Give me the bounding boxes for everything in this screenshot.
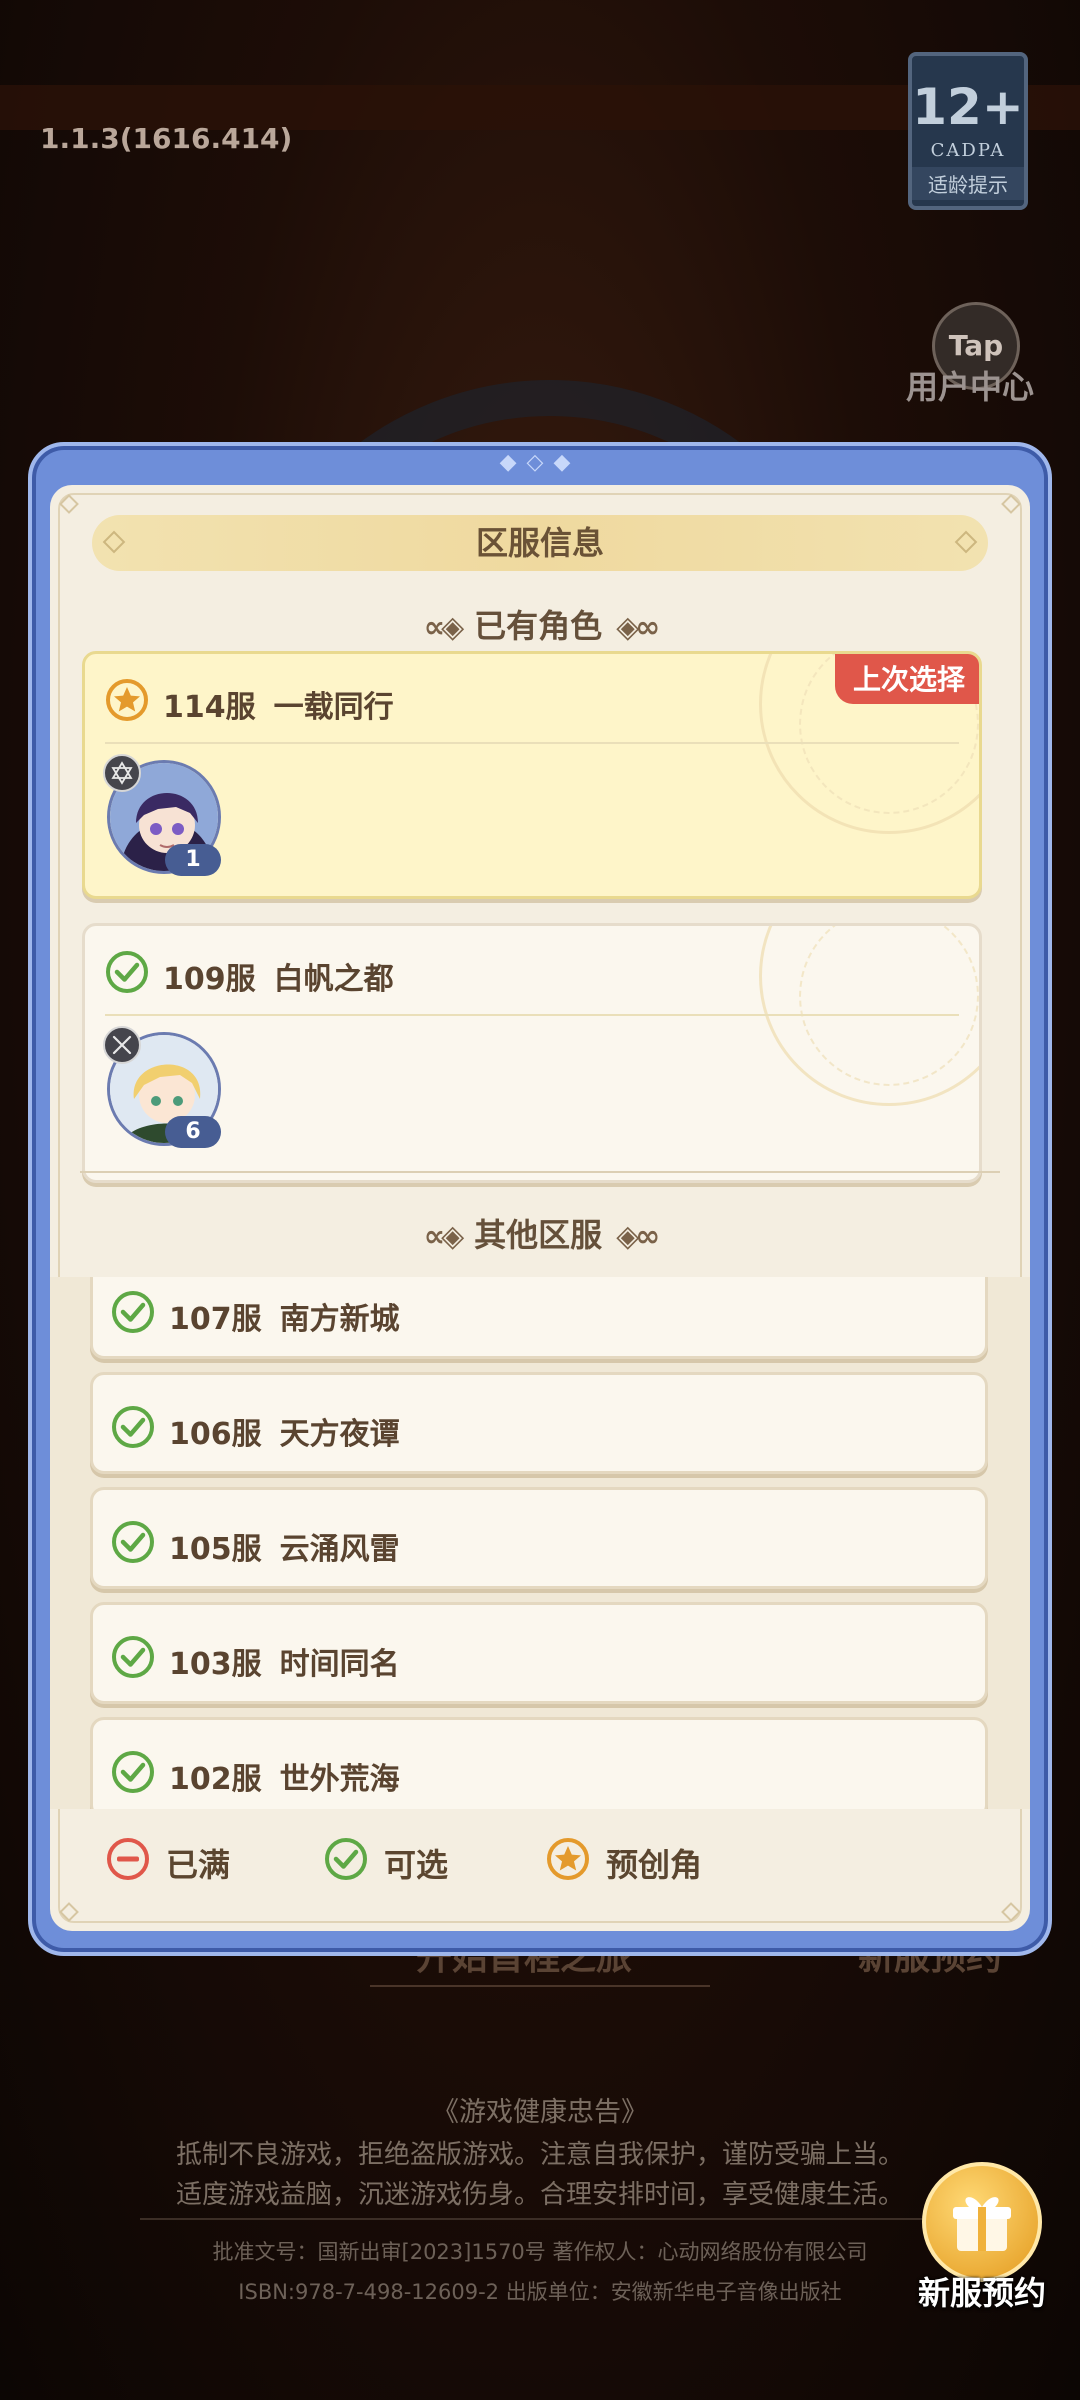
server-item-105[interactable]: 105服 云涌风雷 <box>90 1487 988 1589</box>
health-notice-title: 《游戏健康忠告》 <box>432 2097 648 2128</box>
server-title: 106服 天方夜谭 <box>111 1405 400 1457</box>
dialog-title-bar: 区服信息 <box>92 515 988 571</box>
new-server-label: 新服预约 <box>917 2274 1046 2312</box>
legend-available: 可选 <box>324 1837 448 1889</box>
ornament-icon: ◈∞ <box>616 610 660 645</box>
legend-full: 已满 <box>106 1837 230 1889</box>
server-title: 105服 云涌风雷 <box>111 1520 400 1572</box>
server-title: 114服 一载同行 <box>105 678 394 730</box>
divider <box>370 1985 710 1987</box>
server-name: 南方新城 <box>279 1302 400 1337</box>
divider <box>105 1014 959 1016</box>
check-status-icon <box>111 1290 155 1342</box>
server-number: 114服 <box>163 690 256 725</box>
server-number: 106服 <box>169 1417 262 1452</box>
other-servers-list[interactable]: 107服 南方新城 106服 天方夜谭 105服 云涌风雷 103服 时间同名 <box>50 1277 1030 1809</box>
character-level: 6 <box>165 1116 221 1148</box>
age-rating-number: 12+ <box>912 78 1024 136</box>
server-card-109[interactable]: 109服 白帆之都 6 <box>82 923 982 1183</box>
existing-roles-title: 已有角色 <box>474 607 603 645</box>
check-status-icon <box>111 1750 155 1802</box>
divider <box>105 742 959 744</box>
frame-ornament: ◆◇◆ <box>499 450 581 475</box>
divider <box>140 2218 940 2220</box>
server-name: 白帆之都 <box>273 962 394 997</box>
server-item-103[interactable]: 103服 时间同名 <box>90 1602 988 1704</box>
server-number: 109服 <box>163 962 256 997</box>
server-name: 天方夜谭 <box>279 1417 400 1452</box>
server-name: 世外荒海 <box>279 1762 400 1797</box>
server-number: 105服 <box>169 1532 262 1567</box>
section-divider <box>80 1171 1000 1173</box>
star-status-icon <box>546 1837 590 1889</box>
gift-icon <box>922 2162 1042 2282</box>
server-name: 时间同名 <box>279 1647 400 1682</box>
server-number: 102服 <box>169 1762 262 1797</box>
class-emblem-icon <box>103 754 141 792</box>
server-title: 109服 白帆之都 <box>105 950 394 1002</box>
check-status-icon <box>111 1405 155 1457</box>
other-servers-title: 其他区服 <box>474 1216 603 1254</box>
legend-label: 预创角 <box>606 1846 703 1884</box>
legend-label: 已满 <box>166 1846 231 1884</box>
star-status-icon <box>105 678 149 730</box>
check-status-icon <box>111 1635 155 1687</box>
existing-roles-header: ∝◈ 已有角色 ◈∞ <box>50 601 1030 647</box>
age-rating-org: CADPA <box>930 140 1006 161</box>
full-status-icon <box>106 1837 150 1889</box>
server-item-106[interactable]: 106服 天方夜谭 <box>90 1372 988 1474</box>
other-servers-header: ∝◈ 其他区服 ◈∞ <box>50 1210 1030 1256</box>
server-number: 107服 <box>169 1302 262 1337</box>
server-title: 102服 世外荒海 <box>111 1750 400 1802</box>
corner-ornament <box>59 494 79 514</box>
character-level: 1 <box>165 844 221 876</box>
diamond-icon <box>954 530 978 554</box>
age-rating-label: 适龄提示 <box>912 167 1024 200</box>
server-item-102[interactable]: 102服 世外荒海 <box>90 1717 988 1809</box>
server-name: 云涌风雷 <box>279 1532 400 1567</box>
corner-ornament <box>1001 494 1021 514</box>
ornament-icon: ∝◈ <box>423 1219 464 1254</box>
legend-precreate: 预创角 <box>546 1837 702 1889</box>
check-status-icon <box>324 1837 368 1889</box>
server-number: 103服 <box>169 1647 262 1682</box>
server-card-114[interactable]: 上次选择 114服 一载同行 1 <box>82 651 982 899</box>
legend-label: 可选 <box>384 1846 449 1884</box>
ornament-icon: ◈∞ <box>616 1219 660 1254</box>
age-rating-badge[interactable]: 12+ CADPA 适龄提示 <box>908 52 1028 210</box>
check-status-icon <box>105 950 149 1002</box>
dialog-title: 区服信息 <box>475 524 604 562</box>
last-choice-badge: 上次选择 <box>834 654 979 704</box>
diamond-icon <box>102 530 126 554</box>
class-emblem-icon <box>103 1026 141 1064</box>
server-dialog: 区服信息 ∝◈ 已有角色 ◈∞ 上次选择 114服 一载同行 1 109服 白帆… <box>50 485 1030 1931</box>
corner-ornament <box>59 1902 79 1922</box>
check-status-icon <box>111 1520 155 1572</box>
version-label: 1.1.3(1616.414) <box>40 122 293 155</box>
server-title: 103服 时间同名 <box>111 1635 400 1687</box>
server-name: 一载同行 <box>273 690 394 725</box>
user-center-button[interactable]: 用户中心 <box>906 362 1034 408</box>
corner-ornament <box>1001 1902 1021 1922</box>
server-title: 107服 南方新城 <box>111 1290 400 1342</box>
new-server-reserve-button[interactable]: 新服预约 <box>902 2162 1062 2322</box>
server-item-107[interactable]: 107服 南方新城 <box>90 1277 988 1359</box>
ornament-icon: ∝◈ <box>423 610 464 645</box>
